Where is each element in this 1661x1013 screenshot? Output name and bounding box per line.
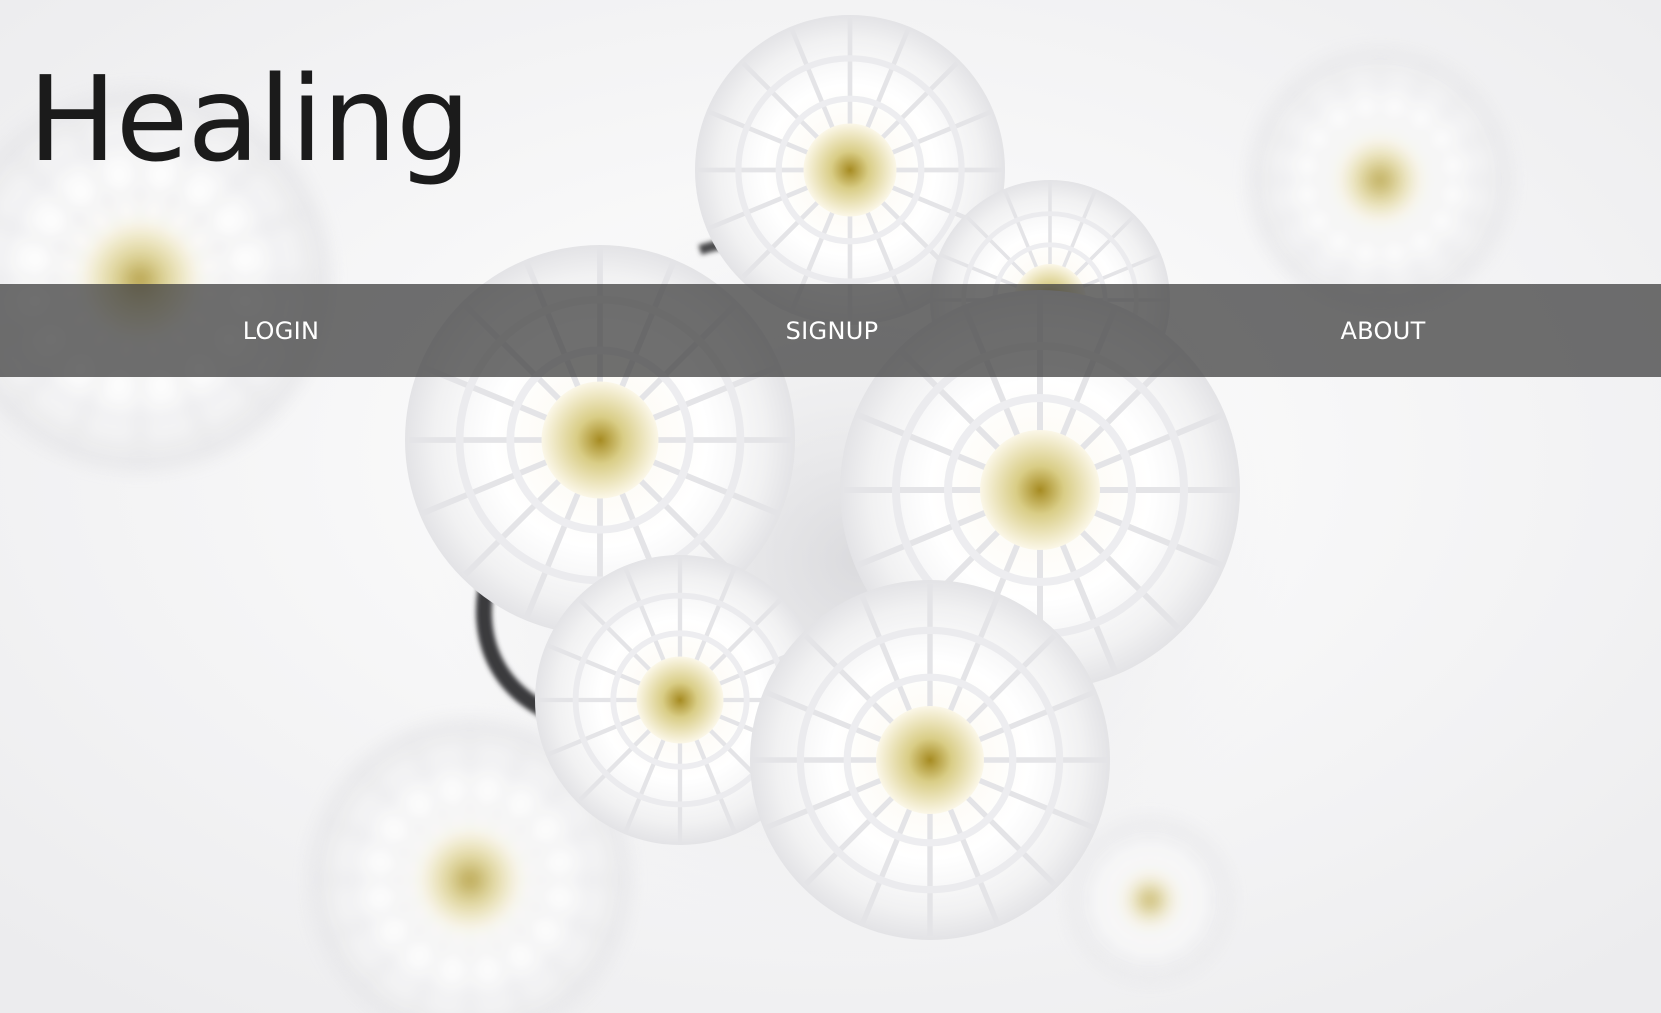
page: Healing LOGIN SIGNUP ABOUT — [0, 0, 1661, 1013]
nav-login-link[interactable]: LOGIN — [161, 284, 401, 377]
nav-signup-link[interactable]: SIGNUP — [712, 284, 952, 377]
page-title: Healing — [28, 50, 471, 188]
main-navigation: LOGIN SIGNUP ABOUT — [0, 284, 1661, 377]
nav-about-link[interactable]: ABOUT — [1263, 284, 1503, 377]
